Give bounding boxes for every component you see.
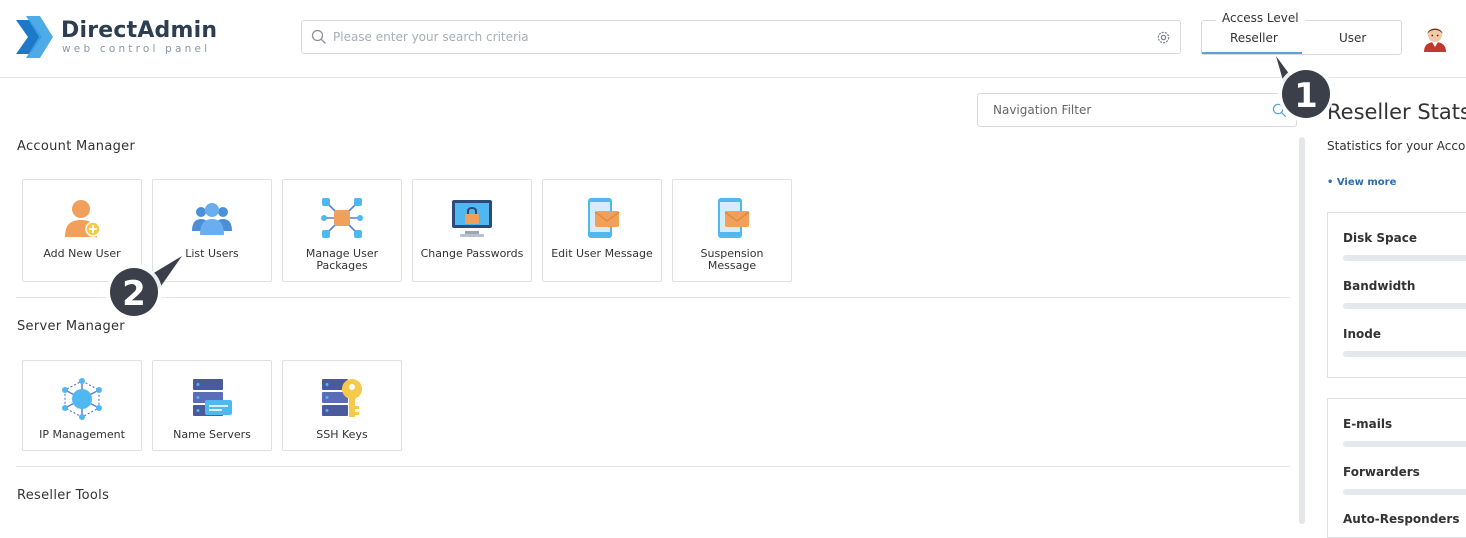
tile-change-passwords[interactable]: Change Passwords	[412, 179, 532, 282]
tile-name-servers[interactable]: Name Servers	[152, 360, 272, 451]
stat-bar-inode	[1343, 351, 1466, 357]
search-input[interactable]	[333, 21, 1133, 53]
phone-mail-icon	[718, 198, 750, 238]
global-search[interactable]	[301, 20, 1181, 54]
access-level-legend: Access Level	[1216, 11, 1305, 25]
stats-title: Reseller Stats	[1327, 100, 1466, 124]
gear-icon[interactable]	[1156, 30, 1171, 45]
view-more-link[interactable]: • View more	[1327, 177, 1396, 188]
tile-label: Change Passwords	[420, 247, 524, 260]
navigation-filter-input[interactable]	[993, 94, 1263, 126]
top-header: DirectAdmin web control panel Access Lev…	[0, 0, 1466, 78]
stat-label-emails: E-mails	[1343, 417, 1393, 431]
access-tab-user[interactable]: User	[1339, 31, 1366, 45]
brand-logo[interactable]: DirectAdmin web control panel	[16, 16, 218, 60]
stat-bar-bandwidth	[1343, 303, 1466, 309]
scrollbar[interactable]	[1299, 137, 1305, 524]
callout-badge-2: 2	[106, 256, 182, 320]
stat-label-inode: Inode	[1343, 327, 1381, 341]
tile-label: IP Management	[39, 428, 125, 441]
navigation-filter[interactable]	[977, 93, 1297, 127]
stats-description: Statistics for your Accou	[1327, 139, 1466, 153]
stat-bar-forwarders	[1343, 489, 1466, 495]
tile-edit-user-message[interactable]: Edit User Message	[542, 179, 662, 282]
users-icon	[192, 203, 232, 235]
section-title-reseller-tools: Reseller Tools	[17, 488, 110, 503]
callout-badge-1: 1	[1276, 56, 1334, 122]
section-divider	[16, 466, 1290, 467]
tile-label: Manage User Packages	[305, 247, 379, 272]
user-avatar-icon[interactable]	[1422, 24, 1448, 52]
callout-number-1: 1	[1294, 76, 1318, 116]
network-icon	[62, 378, 102, 420]
server-icon	[193, 379, 232, 416]
packages-icon	[321, 198, 363, 238]
add-user-icon	[65, 200, 101, 237]
stat-bar-disk-space	[1343, 255, 1466, 261]
tile-ssh-keys[interactable]: SSH Keys	[282, 360, 402, 451]
search-icon	[311, 29, 326, 44]
tile-label: SSH Keys	[316, 428, 368, 441]
stats-usage-box: Disk Space Bandwidth Inode	[1327, 212, 1466, 378]
section-divider	[16, 297, 1290, 298]
access-level-switcher: Access Level Reseller User	[1201, 11, 1402, 55]
stat-label-bandwidth: Bandwidth	[1343, 279, 1416, 293]
tile-label: Name Servers	[173, 428, 251, 441]
phone-mail-icon	[588, 198, 620, 238]
tile-manage-user-packages[interactable]: Manage User Packages	[282, 179, 402, 282]
lock-monitor-icon	[452, 200, 492, 237]
tile-suspension-message[interactable]: Suspension Message	[672, 179, 792, 282]
brand-name: DirectAdmin	[61, 18, 218, 43]
directadmin-logo-icon	[16, 16, 53, 58]
callout-number-2: 2	[122, 274, 146, 314]
stat-label-disk-space: Disk Space	[1343, 231, 1417, 245]
server-key-icon	[322, 379, 362, 417]
brand-tagline: web control panel	[62, 43, 211, 55]
stat-bar-emails	[1343, 441, 1466, 447]
tile-ip-management[interactable]: IP Management	[22, 360, 142, 451]
tile-label: Edit User Message	[551, 247, 653, 260]
stat-label-forwarders: Forwarders	[1343, 465, 1420, 479]
tile-label: Suspension Message	[700, 247, 764, 272]
access-tab-reseller[interactable]: Reseller	[1230, 31, 1278, 45]
section-title-account-manager: Account Manager	[17, 139, 136, 154]
stats-email-box: E-mails Forwarders Auto-Responders	[1327, 398, 1466, 538]
